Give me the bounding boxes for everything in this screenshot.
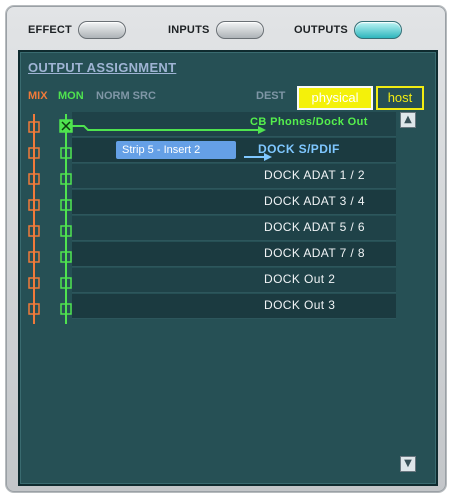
host-button[interactable]: host — [376, 86, 424, 110]
arrow-down-icon: ▼ — [404, 458, 412, 469]
scroll-up-button[interactable]: ▲ — [400, 112, 416, 128]
top-tab-bar: EFFECT INPUTS OUTPUTS — [12, 14, 440, 44]
tab-inputs-label: INPUTS — [168, 24, 210, 36]
header-mix: MIX — [28, 90, 48, 102]
tab-effect-toggle[interactable] — [77, 21, 126, 39]
vertical-scrollbar[interactable]: ▲ ▼ — [400, 112, 416, 472]
tab-inputs[interactable]: INPUTS — [168, 20, 264, 40]
tab-inputs-toggle[interactable] — [215, 21, 264, 39]
tab-effect-label: EFFECT — [28, 24, 72, 36]
routing-wires — [28, 114, 272, 324]
tab-effect[interactable]: EFFECT — [28, 20, 126, 40]
panel-title: OUTPUT ASSIGNMENT — [28, 60, 177, 75]
scroll-down-button[interactable]: ▼ — [400, 456, 416, 472]
header-mon: MON — [58, 90, 84, 102]
header-dest: DEST — [256, 90, 286, 102]
routing-grid: CB Phones/Dock Out Strip 5 - Insert 2 DO… — [28, 112, 396, 456]
tab-outputs[interactable]: OUTPUTS — [294, 20, 402, 40]
route-arrow-spdif — [264, 153, 272, 161]
tab-outputs-toggle[interactable] — [353, 21, 402, 39]
output-assignment-panel: OUTPUT ASSIGNMENT MIX MON NORM SRC DEST … — [18, 50, 438, 486]
route-wire-cb — [72, 125, 258, 131]
physical-button[interactable]: physical — [297, 86, 373, 110]
arrow-up-icon: ▲ — [404, 114, 412, 125]
tab-outputs-label: OUTPUTS — [294, 24, 348, 36]
route-arrow-cb — [258, 126, 266, 134]
header-norm-src: NORM SRC — [96, 90, 156, 102]
